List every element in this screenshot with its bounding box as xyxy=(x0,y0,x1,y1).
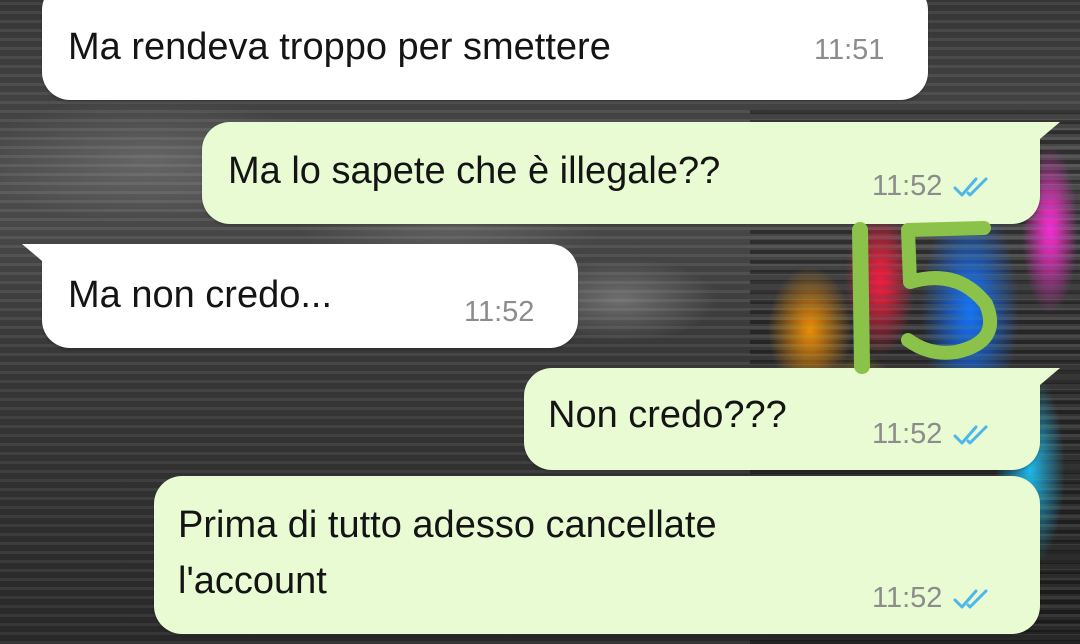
message-timestamp: 11:52 xyxy=(872,582,943,614)
message-text-line: Prima di tutto adesso cancellate xyxy=(178,504,717,546)
message-timestamp: 11:52 xyxy=(872,418,943,450)
message-meta: 11:52 xyxy=(872,170,996,203)
message-text-line: l'account xyxy=(178,560,327,602)
message-bubble-outgoing[interactable]: Ma lo sapete che è illegale?? 11:52 xyxy=(202,122,1060,224)
message-bubble-incoming[interactable]: Ma non credo... 11:52 xyxy=(22,244,578,348)
double-check-read-icon xyxy=(953,425,988,444)
message-bubble-incoming[interactable]: Ma rendeva troppo per smettere 11:51 xyxy=(42,0,928,100)
handwritten-15-annotation xyxy=(852,221,998,374)
double-check-read-icon xyxy=(953,177,988,196)
message-text: Ma lo sapete che è illegale?? xyxy=(228,150,721,192)
message-meta: 11:52 xyxy=(872,418,996,451)
message-meta: 11:52 xyxy=(872,582,996,615)
message-bubble-outgoing[interactable]: Prima di tutto adesso cancellate l'accou… xyxy=(154,476,1040,634)
message-timestamp: 11:52 xyxy=(464,296,535,328)
message-bubble-outgoing[interactable]: Non credo??? 11:52 xyxy=(524,368,1060,470)
message-timestamp: 11:51 xyxy=(814,34,885,66)
message-meta: 11:52 xyxy=(464,296,534,329)
message-timestamp: 11:52 xyxy=(872,170,943,202)
message-meta: 11:51 xyxy=(814,34,884,67)
double-check-read-icon xyxy=(953,589,988,608)
message-text: Ma non credo... xyxy=(68,274,333,316)
message-text: Non credo??? xyxy=(548,394,787,436)
message-text: Ma rendeva troppo per smettere xyxy=(68,26,611,68)
